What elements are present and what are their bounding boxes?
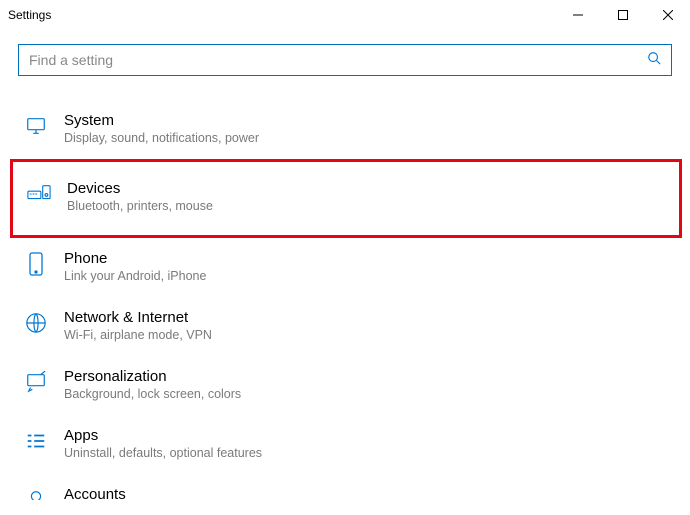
devices-icon bbox=[27, 182, 51, 206]
category-subtitle: Display, sound, notifications, power bbox=[64, 131, 259, 145]
category-accounts[interactable]: Accounts bbox=[20, 474, 672, 500]
category-subtitle: Link your Android, iPhone bbox=[64, 269, 206, 283]
category-title: Personalization bbox=[64, 368, 241, 385]
search-icon bbox=[647, 51, 661, 70]
title-bar: Settings bbox=[0, 0, 690, 30]
category-network[interactable]: Network & Internet Wi-Fi, airplane mode,… bbox=[20, 297, 672, 356]
minimize-button[interactable] bbox=[555, 0, 600, 30]
maximize-button[interactable] bbox=[600, 0, 645, 30]
system-icon bbox=[24, 114, 48, 138]
category-title: Network & Internet bbox=[64, 309, 212, 326]
window-controls bbox=[555, 0, 690, 30]
category-subtitle: Background, lock screen, colors bbox=[64, 387, 241, 401]
category-subtitle: Uninstall, defaults, optional features bbox=[64, 446, 262, 460]
category-subtitle: Bluetooth, printers, mouse bbox=[67, 199, 213, 213]
apps-icon bbox=[24, 429, 48, 453]
category-apps[interactable]: Apps Uninstall, defaults, optional featu… bbox=[20, 415, 672, 474]
category-title: Devices bbox=[67, 180, 213, 197]
categories-list: System Display, sound, notifications, po… bbox=[20, 100, 672, 500]
search-input[interactable] bbox=[29, 52, 647, 68]
phone-icon bbox=[24, 252, 48, 276]
category-devices[interactable]: Devices Bluetooth, printers, mouse bbox=[10, 159, 682, 238]
category-title: Phone bbox=[64, 250, 206, 267]
account-icon bbox=[24, 488, 48, 500]
brush-icon bbox=[24, 370, 48, 394]
category-title: System bbox=[64, 112, 259, 129]
minimize-icon bbox=[573, 10, 583, 20]
close-icon bbox=[663, 10, 673, 20]
category-subtitle: Wi-Fi, airplane mode, VPN bbox=[64, 328, 212, 342]
category-personalization[interactable]: Personalization Background, lock screen,… bbox=[20, 356, 672, 415]
maximize-icon bbox=[618, 10, 628, 20]
search-box[interactable] bbox=[18, 44, 672, 76]
category-phone[interactable]: Phone Link your Android, iPhone bbox=[20, 238, 672, 297]
category-title: Apps bbox=[64, 427, 262, 444]
window-title: Settings bbox=[8, 8, 51, 22]
category-title: Accounts bbox=[64, 486, 126, 500]
close-button[interactable] bbox=[645, 0, 690, 30]
category-system[interactable]: System Display, sound, notifications, po… bbox=[20, 100, 672, 159]
settings-content: System Display, sound, notifications, po… bbox=[0, 30, 690, 500]
globe-icon bbox=[24, 311, 48, 335]
